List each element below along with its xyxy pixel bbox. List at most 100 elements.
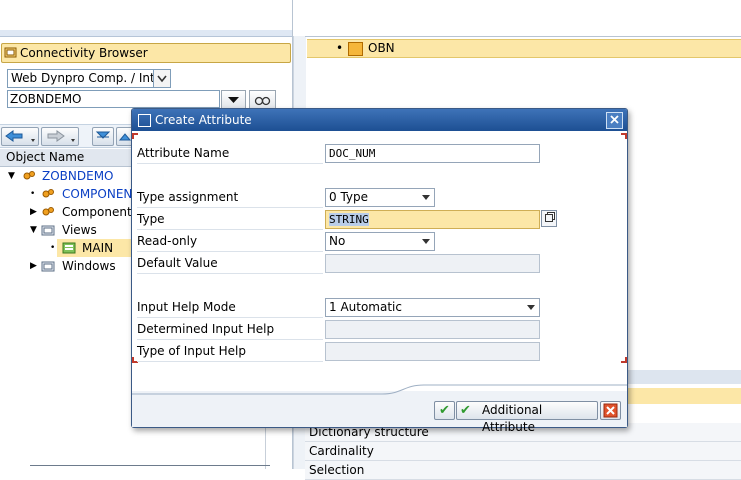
component-icon xyxy=(42,207,54,216)
connectivity-browser-bar[interactable]: Connectivity Browser xyxy=(1,43,291,63)
dialog-footer: ✔ ✔ Additional Attribute xyxy=(132,384,627,434)
tree-label-main: MAIN xyxy=(82,241,114,255)
obn-icon xyxy=(348,42,363,56)
tree-label-component: Component xyxy=(62,205,132,219)
type-label: Type xyxy=(137,209,323,230)
attribute-name-label: Attribute Name xyxy=(137,143,323,164)
dialog-title-bar[interactable]: Create Attribute xyxy=(132,109,627,131)
type-assignment-label: Type assignment xyxy=(137,187,323,208)
type-of-input-help-input xyxy=(325,342,540,361)
default-value-row: Default Value xyxy=(134,253,622,274)
determined-input-help-row: Determined Input Help xyxy=(134,319,622,340)
type-assignment-select[interactable]: 0 Type xyxy=(325,188,435,207)
type-value: STRING xyxy=(329,213,369,226)
expand-icon xyxy=(95,131,111,139)
property-row[interactable]: Cardinality xyxy=(305,442,741,461)
create-icon xyxy=(138,114,151,127)
attribute-name-row: Attribute Name DOC_NUM xyxy=(134,143,622,164)
tree-label-views: Views xyxy=(62,223,97,237)
back-button[interactable] xyxy=(1,127,39,146)
object-type-value: Web Dynpro Comp. / Intf. xyxy=(11,71,162,85)
properties-selected-row xyxy=(620,388,741,404)
default-value-input[interactable] xyxy=(325,254,540,273)
arrow-left-icon xyxy=(5,130,35,142)
footer-edge xyxy=(132,384,627,395)
input-help-mode-row: Input Help Mode 1 Automatic xyxy=(134,297,622,318)
read-only-select[interactable]: No xyxy=(325,232,435,251)
type-of-input-help-row: Type of Input Help xyxy=(134,341,622,362)
property-row[interactable]: Selection xyxy=(305,461,741,480)
component-icon xyxy=(42,189,54,198)
bullet-icon: • xyxy=(336,41,344,55)
arrow-right-icon xyxy=(47,130,75,142)
value-help-button[interactable] xyxy=(541,210,557,227)
property-label: Selection xyxy=(309,463,365,477)
type-value-wrap: STRING xyxy=(329,211,369,228)
cancel-button[interactable] xyxy=(600,401,621,420)
chevron-down-icon[interactable] xyxy=(153,70,170,87)
input-help-mode-label: Input Help Mode xyxy=(137,297,323,318)
cancel-icon xyxy=(603,403,618,418)
type-assignment-value: 0 Type xyxy=(329,190,369,204)
tree-node-obn[interactable]: • OBN xyxy=(307,39,741,58)
folder-icon xyxy=(41,225,55,236)
frame-corner xyxy=(132,133,138,139)
view-icon xyxy=(62,242,76,254)
determined-input-help-label: Determined Input Help xyxy=(137,319,323,340)
bullet-icon: • xyxy=(30,189,36,199)
connectivity-browser-label: Connectivity Browser xyxy=(20,46,148,60)
object-name-input[interactable]: ZOBNDEMO xyxy=(7,90,220,108)
glasses-icon xyxy=(254,96,271,106)
collapsed-arrow-icon[interactable]: ▶ xyxy=(30,257,37,275)
object-name-dropdown-button[interactable] xyxy=(221,90,246,110)
divider-line xyxy=(305,36,741,37)
type-row: Type STRING xyxy=(134,209,622,230)
type-assignment-row: Type assignment 0 Type xyxy=(134,187,622,208)
read-only-row: Read-only No xyxy=(134,231,622,252)
property-label: Cardinality xyxy=(309,444,374,458)
divider-line xyxy=(30,465,270,466)
bullet-icon: • xyxy=(50,243,56,253)
additional-attribute-label: Additional Attribute xyxy=(482,403,543,434)
dialog-title: Create Attribute xyxy=(155,113,252,127)
tree-label-root: ZOBNDEMO xyxy=(42,169,114,183)
read-only-label: Read-only xyxy=(137,231,323,252)
additional-attribute-button[interactable]: ✔ Additional Attribute xyxy=(456,401,598,434)
triangle-down-icon xyxy=(228,97,239,103)
type-of-input-help-label: Type of Input Help xyxy=(137,341,323,362)
create-attribute-dialog: Create Attribute Attribute Name DOC_NUM … xyxy=(131,108,628,434)
forward-button[interactable] xyxy=(41,127,79,146)
close-button[interactable] xyxy=(606,112,623,129)
collapsed-arrow-icon[interactable]: ▶ xyxy=(30,203,37,221)
attribute-name-input[interactable]: DOC_NUM xyxy=(325,144,540,163)
object-type-select[interactable]: Web Dynpro Comp. / Intf. xyxy=(7,69,171,88)
left-top-strip xyxy=(0,30,292,37)
component-icon xyxy=(23,171,35,180)
object-name-value: ZOBNDEMO xyxy=(10,92,82,106)
type-input[interactable]: STRING xyxy=(325,210,540,229)
chevron-down-icon[interactable] xyxy=(422,195,430,200)
display-object-button[interactable] xyxy=(249,90,276,110)
default-value-label: Default Value xyxy=(137,253,323,274)
expanded-arrow-icon[interactable]: ▼ xyxy=(30,221,37,239)
check-icon: ✔ xyxy=(439,403,450,418)
read-only-value: No xyxy=(329,234,346,248)
close-icon xyxy=(610,115,619,124)
tree-label-component-interface: COMPONENT xyxy=(62,187,140,201)
expand-all-button[interactable] xyxy=(92,127,114,146)
attribute-name-value: DOC_NUM xyxy=(329,147,376,160)
tree-label-windows: Windows xyxy=(62,259,116,273)
dialog-form: Attribute Name DOC_NUM Type assignment 0… xyxy=(132,131,627,391)
object-name-column: Object Name xyxy=(6,150,85,164)
window-icon xyxy=(41,261,55,272)
expanded-arrow-icon[interactable]: ▼ xyxy=(8,167,15,185)
obn-label: OBN xyxy=(368,41,395,55)
chevron-down-icon[interactable] xyxy=(527,305,535,310)
chevron-down-icon[interactable] xyxy=(422,239,430,244)
browser-icon xyxy=(4,47,17,58)
input-help-mode-select[interactable]: 1 Automatic xyxy=(325,298,540,317)
confirm-button[interactable]: ✔ xyxy=(434,401,455,420)
check-icon: ✔ xyxy=(460,403,471,418)
input-help-mode-value: 1 Automatic xyxy=(329,300,402,314)
determined-input-help-input xyxy=(325,320,540,339)
